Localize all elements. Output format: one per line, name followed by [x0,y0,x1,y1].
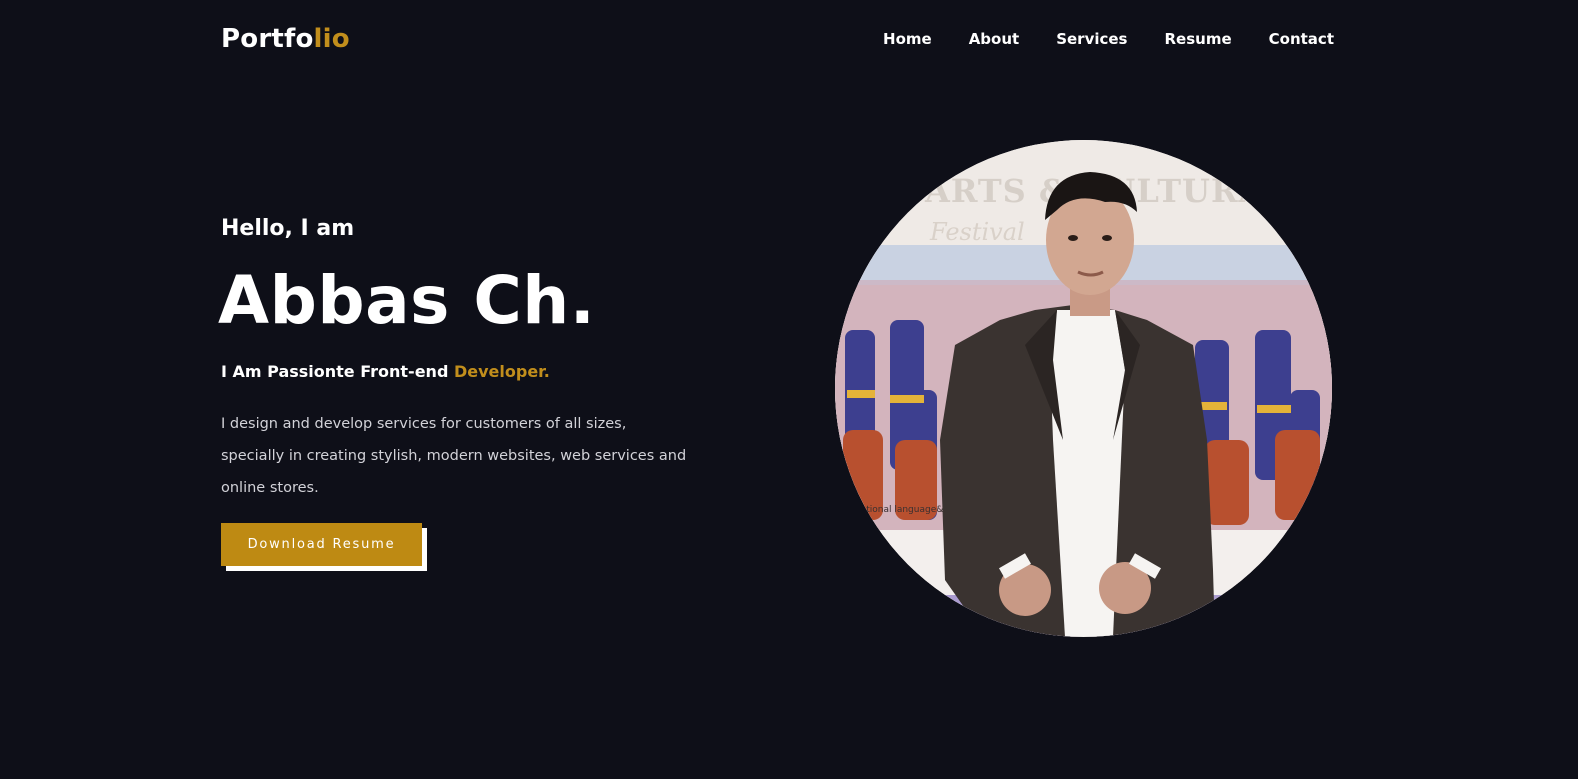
download-resume-wrapper: Download Resume [221,523,427,571]
profile-photo-illustration: ARTS & CULTURAL SPORTS Festival [835,140,1332,637]
main-nav: Home About Services Resume Contact [883,29,1334,49]
logo-main-text: Portfo [221,24,314,54]
logo[interactable]: Portfolio [221,22,350,56]
download-resume-button[interactable]: Download Resume [221,523,422,566]
hero-description: I design and develop services for custom… [221,416,687,496]
profile-photo: ARTS & CULTURAL SPORTS Festival [835,140,1332,637]
nav-home-link[interactable]: Home [883,29,932,49]
tagline-accent-text: Developer. [453,362,550,381]
hero-tagline: I Am Passionte Front-end Developer. [221,361,550,383]
page: Portfolio Home About Services Resume Con… [0,0,1578,779]
photo-festival-text: Festival [929,218,1025,246]
tagline-main-text: I Am Passionte Front-end [221,362,449,381]
nav-about-link[interactable]: About [969,29,1020,49]
hero-greeting: Hello, I am [221,216,355,241]
nav-resume-link[interactable]: Resume [1165,29,1232,49]
nav-contact-link[interactable]: Contact [1269,29,1334,49]
nav-services-link[interactable]: Services [1056,29,1127,49]
hero-name: Abbas Ch. [218,262,596,339]
logo-accent-text: lio [313,24,350,54]
